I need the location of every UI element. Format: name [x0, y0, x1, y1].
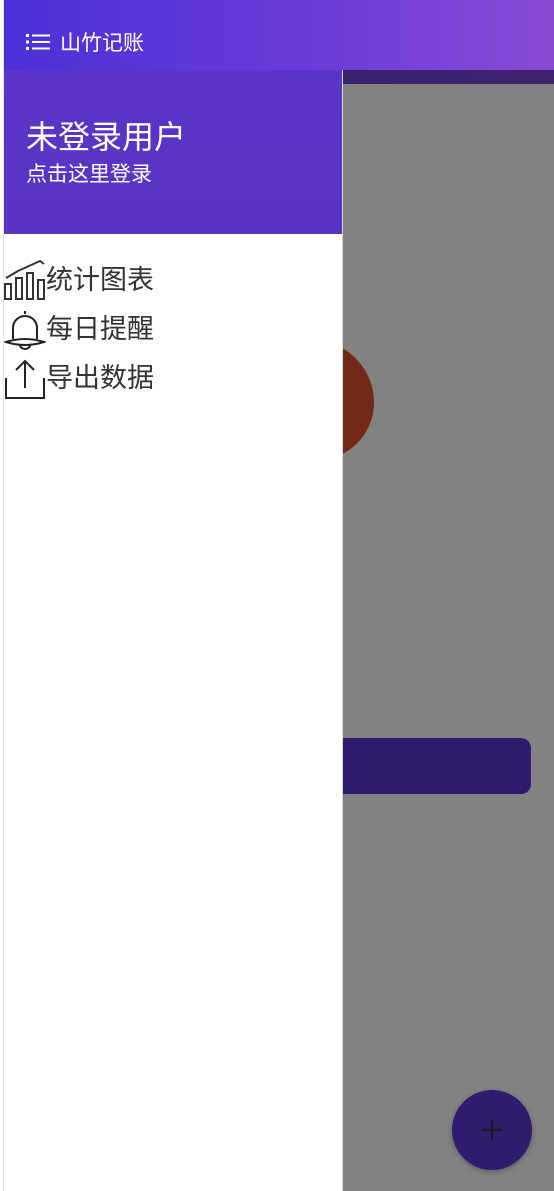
- drawer-header[interactable]: 未登录用户 点击这里登录: [4, 70, 342, 234]
- menu-item-label: 每日提醒: [46, 313, 154, 345]
- upload-icon: [4, 358, 46, 400]
- bell-icon: [2, 309, 48, 351]
- plus-icon: [482, 1120, 502, 1140]
- menu-item-label: 导出数据: [46, 362, 154, 394]
- menu-item-statistics[interactable]: 统计图表: [4, 256, 342, 305]
- app-bar: 山竹记账: [4, 0, 554, 70]
- app-title: 山竹记账: [60, 31, 144, 55]
- drawer-menu: 统计图表 每日提醒 导出数据: [2, 256, 342, 403]
- login-link[interactable]: 点击这里登录: [26, 159, 152, 189]
- menu-item-label: 统计图表: [46, 264, 154, 296]
- menu-item-daily-reminder[interactable]: 每日提醒: [2, 305, 342, 354]
- app-screen: 山竹记账 未登录用户 点击这里登录 统计图表 每日提醒 导出数据: [0, 0, 554, 1191]
- menu-item-export-data[interactable]: 导出数据: [4, 354, 342, 403]
- navigation-drawer: 未登录用户 点击这里登录 统计图表 每日提醒 导出数据: [2, 70, 343, 1191]
- user-name: 未登录用户: [26, 118, 187, 156]
- bar-chart-icon: [4, 259, 46, 302]
- menu-list-icon[interactable]: [26, 32, 50, 52]
